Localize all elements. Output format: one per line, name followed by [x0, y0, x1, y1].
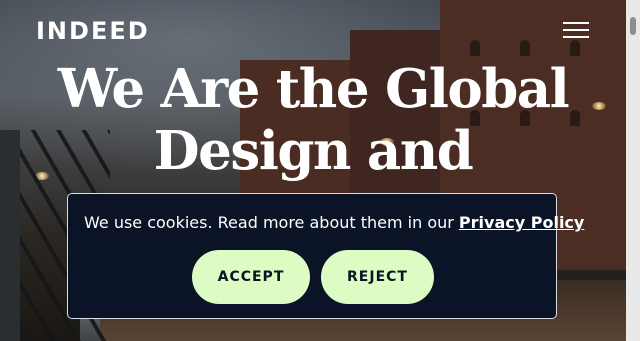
window: [520, 40, 530, 56]
menu-line: [563, 36, 589, 38]
reject-button[interactable]: REJECT: [321, 250, 434, 304]
cookie-message: We use cookies. Read more about them in …: [84, 213, 584, 232]
privacy-policy-link[interactable]: Privacy Policy: [459, 213, 584, 232]
window: [570, 40, 580, 56]
headline-line-1: We Are the Global: [57, 58, 570, 120]
scrollbar-thumb[interactable]: [630, 17, 636, 35]
scrollbar[interactable]: [626, 0, 640, 341]
cookie-banner: We use cookies. Read more about them in …: [67, 193, 584, 319]
hero-headline: We Are the Global Design and: [0, 58, 626, 182]
site-logo[interactable]: INDEED: [36, 17, 150, 45]
window: [470, 40, 480, 56]
menu-line: [563, 29, 589, 31]
accept-button[interactable]: ACCEPT: [192, 250, 310, 304]
headline-line-2: Design and: [153, 120, 474, 182]
cookie-message-text: We use cookies. Read more about them in …: [84, 213, 459, 232]
hamburger-menu-icon[interactable]: [563, 20, 589, 40]
menu-line: [563, 22, 589, 24]
